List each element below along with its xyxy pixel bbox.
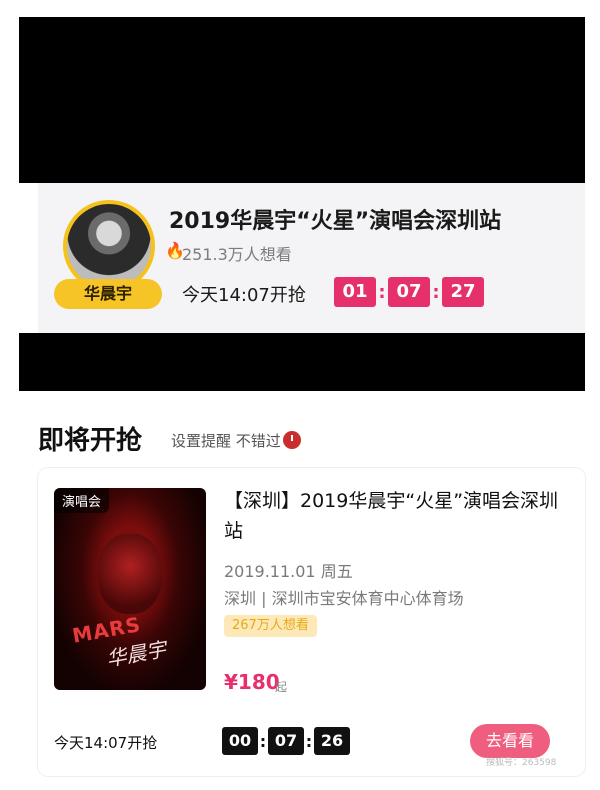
- poster-category-tag: 演唱会: [54, 488, 110, 513]
- interest-badge: 267万人想看: [224, 615, 317, 637]
- event-price: ¥180: [224, 670, 280, 694]
- watermark: 搜狐号：263598: [486, 758, 557, 768]
- countdown-minutes: 07: [388, 277, 430, 307]
- countdown-minutes: 07: [268, 727, 304, 755]
- section-title: 即将开抢: [38, 426, 143, 456]
- artist-avatar[interactable]: [67, 204, 151, 288]
- redaction-bar-top: [19, 17, 585, 183]
- countdown-seconds: 26: [314, 727, 350, 755]
- event-venue: 深圳 | 深圳市宝安体育中心体育场: [224, 589, 464, 608]
- price-suffix: 起: [275, 680, 288, 694]
- countdown-seconds: 27: [442, 277, 484, 307]
- banner-start-time: 今天14:07开抢: [182, 285, 306, 306]
- countdown-colon: :: [259, 731, 267, 751]
- event-poster[interactable]: MARS 华晨宇 演唱会: [54, 488, 206, 690]
- redaction-bar-middle: [19, 333, 585, 391]
- countdown-colon: :: [432, 281, 440, 303]
- alarm-clock-icon: [282, 431, 301, 449]
- reminder-text: 设置提醒 不错过: [171, 432, 281, 450]
- event-date: 2019.11.01 周五: [224, 562, 353, 581]
- reminder-link[interactable]: 设置提醒 不错过: [171, 430, 301, 451]
- artist-banner[interactable]: 华晨宇 2019华晨宇“火星”演唱会深圳站 🔥 251.3万人想看 今天14:0…: [38, 183, 585, 333]
- countdown-hours: 00: [222, 727, 258, 755]
- countdown-colon: :: [305, 731, 313, 751]
- banner-title[interactable]: 2019华晨宇“火星”演唱会深圳站: [169, 203, 501, 235]
- event-card[interactable]: MARS 华晨宇 演唱会 【深圳】2019华晨宇“火星”演唱会深圳站 2019.…: [38, 468, 585, 776]
- event-start-time: 今天14:07开抢: [54, 734, 158, 752]
- banner-countdown: 01 : 07 : 27: [334, 277, 484, 307]
- countdown-colon: :: [378, 281, 386, 303]
- countdown-hours: 01: [334, 277, 376, 307]
- poster-portrait: [98, 534, 162, 614]
- view-event-button[interactable]: 去看看: [470, 724, 550, 758]
- event-title[interactable]: 【深圳】2019华晨宇“火星”演唱会深圳站: [224, 486, 564, 546]
- artist-name-pill[interactable]: 华晨宇: [54, 279, 162, 309]
- event-countdown: 00 : 07 : 26: [222, 726, 350, 756]
- banner-heat-count: 251.3万人想看: [182, 245, 292, 264]
